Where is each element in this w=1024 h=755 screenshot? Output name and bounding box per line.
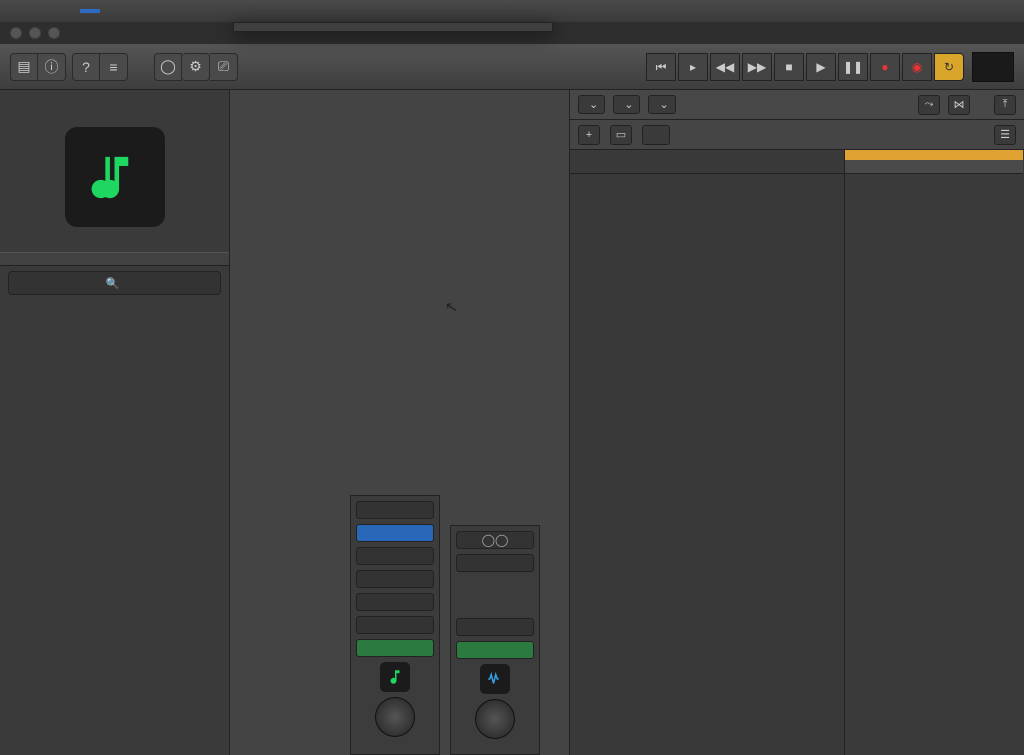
- menu-view[interactable]: [160, 9, 180, 13]
- record-button[interactable]: ●: [870, 53, 900, 81]
- cycle-region[interactable]: [845, 150, 1023, 160]
- mixer-button[interactable]: ⚙: [182, 53, 210, 81]
- search-sounds-input[interactable]: 🔍: [8, 271, 221, 295]
- view-menu[interactable]: ⌄: [648, 95, 675, 114]
- editors-button[interactable]: ⎚: [210, 53, 238, 81]
- channel-strip-3[interactable]: [350, 495, 440, 755]
- track-menu-dropdown[interactable]: [233, 22, 553, 32]
- traffic-light-close[interactable]: [10, 27, 22, 39]
- automation-button[interactable]: ⤳: [918, 95, 940, 115]
- macos-menubar: [0, 0, 1024, 22]
- audiofx-slot[interactable]: [356, 547, 434, 565]
- solo-button[interactable]: [642, 125, 670, 145]
- functions-menu[interactable]: ⌄: [613, 95, 640, 114]
- menu-1[interactable]: [200, 9, 220, 13]
- sounds-list: [0, 300, 229, 755]
- menu-mix[interactable]: [140, 9, 160, 13]
- forward-button[interactable]: ▶▶: [742, 53, 772, 81]
- cycle-button[interactable]: ↻: [934, 53, 964, 81]
- menu-help[interactable]: [220, 9, 240, 13]
- play-from-start-button[interactable]: ▸: [678, 53, 708, 81]
- menu-track[interactable]: [80, 9, 100, 13]
- menu-record[interactable]: [120, 9, 140, 13]
- track-header-config-button[interactable]: ☰: [994, 125, 1016, 145]
- library-artwork: [0, 102, 229, 252]
- catch-button[interactable]: ⤒: [994, 95, 1016, 115]
- help-button[interactable]: ?: [72, 53, 100, 81]
- traffic-light-minimize[interactable]: [29, 27, 41, 39]
- pause-button[interactable]: ❚❚: [838, 53, 868, 81]
- menu-window[interactable]: [180, 9, 200, 13]
- inspector-mixer-panel: ◯◯: [230, 90, 570, 755]
- play-button[interactable]: ▶: [806, 53, 836, 81]
- tracks-area: ⌄ ⌄ ⌄ ⤳ ⋈ ⤒ + ▭ ☰: [570, 90, 1024, 755]
- menu-edit[interactable]: [60, 9, 80, 13]
- instrument-slot[interactable]: [356, 524, 434, 542]
- smart-controls-button[interactable]: ◯: [154, 53, 182, 81]
- library-button[interactable]: ▤: [10, 53, 38, 81]
- stop-button[interactable]: ■: [774, 53, 804, 81]
- edit-menu[interactable]: ⌄: [578, 95, 605, 114]
- library-title: [0, 90, 229, 102]
- group-slot[interactable]: [356, 616, 434, 634]
- send-slot[interactable]: [356, 570, 434, 588]
- toolbar-button[interactable]: ≡: [100, 53, 128, 81]
- midifx-slot[interactable]: [356, 501, 434, 519]
- ruler[interactable]: [845, 150, 1023, 174]
- add-track-button[interactable]: +: [578, 125, 600, 145]
- audiofx-slot-2[interactable]: [456, 554, 534, 572]
- chevron-down-icon: ⌄: [624, 98, 633, 111]
- pan-knob[interactable]: [375, 697, 415, 737]
- traffic-light-zoom[interactable]: [48, 27, 60, 39]
- channel-icon-wave: [480, 664, 510, 694]
- sounds-title: [0, 252, 229, 266]
- track-headers: [570, 150, 845, 755]
- capture-record-button[interactable]: ◉: [902, 53, 932, 81]
- inspector-button[interactable]: ⓘ: [38, 53, 66, 81]
- channel-strip-4[interactable]: ◯◯: [450, 525, 540, 755]
- pan-knob-2[interactable]: [475, 699, 515, 739]
- menu-file[interactable]: [40, 9, 60, 13]
- output-slot[interactable]: [356, 593, 434, 611]
- control-bar: ▤ ⓘ ? ≡ ◯ ⚙ ⎚ ⏮ ▸ ◀◀ ▶▶ ■ ▶ ❚❚ ● ◉ ↻: [0, 44, 1024, 90]
- music-note-icon: [65, 127, 165, 227]
- search-icon: 🔍: [106, 277, 120, 290]
- automation-slot[interactable]: [356, 639, 434, 657]
- chevron-down-icon: ⌄: [589, 98, 598, 111]
- stereo-link-icon[interactable]: ◯◯: [456, 531, 534, 549]
- rewind-button[interactable]: ◀◀: [710, 53, 740, 81]
- arrange-regions[interactable]: [845, 150, 1024, 755]
- go-to-start-button[interactable]: ⏮: [646, 53, 676, 81]
- chevron-down-icon: ⌄: [659, 98, 668, 111]
- duplicate-track-button[interactable]: ▭: [610, 125, 632, 145]
- library-panel: 🔍: [0, 90, 230, 755]
- lcd-display[interactable]: [972, 52, 1014, 82]
- menu-app[interactable]: [20, 9, 40, 13]
- flex-button[interactable]: ⋈: [948, 95, 970, 115]
- channel-icon-note: [380, 662, 410, 692]
- automation-slot-2[interactable]: [456, 641, 534, 659]
- group-slot-2[interactable]: [456, 618, 534, 636]
- transport-controls: ⏮ ▸ ◀◀ ▶▶ ■ ▶ ❚❚ ● ◉ ↻: [646, 44, 1014, 90]
- menu-navigate[interactable]: [100, 9, 120, 13]
